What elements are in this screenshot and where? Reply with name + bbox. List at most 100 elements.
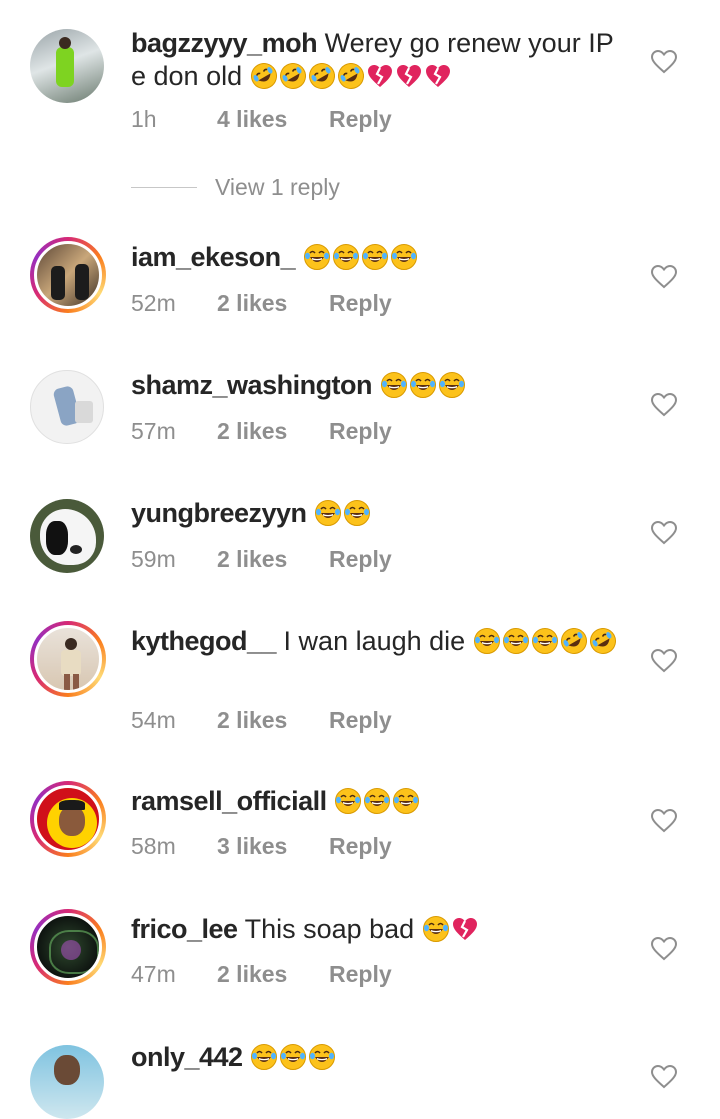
- joy-emoji-icon: [364, 788, 391, 814]
- emoji-group: [303, 242, 419, 272]
- username[interactable]: iam_ekeson_: [131, 242, 296, 272]
- comment-text: frico_lee This soap bad: [131, 913, 620, 946]
- comment-meta: 57m 2 likes Reply: [131, 418, 392, 445]
- reply-button[interactable]: Reply: [329, 546, 392, 573]
- emoji-group: [473, 626, 618, 656]
- comment-body: [327, 786, 335, 816]
- broken-heart-emoji-icon: [452, 918, 477, 940]
- username[interactable]: only_442: [131, 1042, 243, 1072]
- view-replies-button[interactable]: View 1 reply: [131, 172, 340, 202]
- likes-count[interactable]: 2 likes: [217, 707, 329, 734]
- comment-item: bagzzyyy_moh Werey go renew your IP e do…: [0, 0, 720, 215]
- rofl-emoji-icon: [589, 628, 616, 654]
- joy-emoji-icon: [393, 788, 420, 814]
- joy-emoji-icon: [380, 372, 407, 398]
- heart-icon[interactable]: [651, 393, 677, 417]
- avatar[interactable]: [30, 499, 104, 573]
- emoji-group: [380, 370, 467, 400]
- joy-emoji-icon: [303, 244, 330, 270]
- comment-meta: 52m 2 likes Reply: [131, 290, 392, 317]
- timestamp: 1h: [131, 106, 157, 132]
- comment-body: [372, 370, 380, 400]
- heart-icon[interactable]: [651, 521, 677, 545]
- joy-emoji-icon: [409, 372, 436, 398]
- avatar[interactable]: [30, 29, 104, 103]
- comment-body: [243, 1042, 251, 1072]
- username[interactable]: yungbreezyyn: [131, 498, 307, 528]
- divider-line: [131, 186, 197, 188]
- joy-emoji-icon: [344, 500, 371, 526]
- heart-icon[interactable]: [651, 50, 677, 74]
- joy-emoji-icon: [502, 628, 529, 654]
- heart-icon[interactable]: [651, 265, 677, 289]
- avatar[interactable]: [30, 621, 106, 697]
- likes-count[interactable]: 2 likes: [217, 418, 329, 445]
- joy-emoji-icon: [251, 1044, 278, 1070]
- comment-meta: 58m 3 likes Reply: [131, 833, 392, 860]
- heart-icon[interactable]: [651, 809, 677, 833]
- broken-heart-emoji-icon: [396, 65, 421, 87]
- comment-text: iam_ekeson_: [131, 241, 620, 274]
- avatar[interactable]: [30, 370, 104, 444]
- joy-emoji-icon: [390, 244, 417, 270]
- reply-button[interactable]: Reply: [329, 290, 392, 317]
- broken-heart-emoji-icon: [367, 65, 392, 87]
- avatar[interactable]: [30, 237, 106, 313]
- likes-count[interactable]: 2 likes: [217, 546, 329, 573]
- joy-emoji-icon: [361, 244, 388, 270]
- comment-text: shamz_washington: [131, 369, 620, 402]
- avatar[interactable]: [30, 781, 106, 857]
- comment-meta: 54m 2 likes Reply: [131, 707, 392, 734]
- username[interactable]: kythegod__: [131, 626, 277, 656]
- likes-count[interactable]: 2 likes: [217, 290, 329, 317]
- joy-emoji-icon: [332, 244, 359, 270]
- heart-icon[interactable]: [651, 1065, 677, 1089]
- rofl-emoji-icon: [250, 63, 277, 89]
- avatar[interactable]: [30, 1045, 104, 1119]
- emoji-group: [250, 61, 453, 91]
- username[interactable]: bagzzyyy_moh: [131, 28, 318, 58]
- reply-button[interactable]: Reply: [329, 707, 392, 734]
- timestamp: 47m: [131, 961, 176, 987]
- joy-emoji-icon: [335, 788, 362, 814]
- comment-meta: 1h 4 likes Reply: [131, 106, 392, 133]
- timestamp: 57m: [131, 418, 176, 444]
- reply-button[interactable]: Reply: [329, 106, 392, 133]
- joy-emoji-icon: [422, 916, 449, 942]
- joy-emoji-icon: [531, 628, 558, 654]
- likes-count[interactable]: 3 likes: [217, 833, 329, 860]
- rofl-emoji-icon: [337, 63, 364, 89]
- heart-icon[interactable]: [651, 649, 677, 673]
- username[interactable]: frico_lee: [131, 914, 238, 944]
- rofl-emoji-icon: [560, 628, 587, 654]
- joy-emoji-icon: [438, 372, 465, 398]
- comment-body: I wan laugh die: [276, 626, 473, 656]
- comment-text: bagzzyyy_moh Werey go renew your IP e do…: [131, 27, 620, 93]
- likes-count[interactable]: 4 likes: [217, 106, 329, 133]
- username[interactable]: ramsell_officiall: [131, 786, 327, 816]
- emoji-group: [314, 498, 372, 528]
- broken-heart-emoji-icon: [425, 65, 450, 87]
- joy-emoji-icon: [309, 1044, 336, 1070]
- rofl-emoji-icon: [308, 63, 335, 89]
- comment-body: [307, 498, 315, 528]
- comment-text: kythegod__ I wan laugh die: [131, 625, 620, 658]
- avatar[interactable]: [30, 909, 106, 985]
- reply-button[interactable]: Reply: [329, 961, 392, 988]
- comment-meta: 47m 2 likes Reply: [131, 961, 392, 988]
- reply-button[interactable]: Reply: [329, 418, 392, 445]
- view-replies-label[interactable]: View 1 reply: [215, 174, 340, 201]
- comment-body: This soap bad: [237, 914, 422, 944]
- timestamp: 54m: [131, 707, 176, 733]
- rofl-emoji-icon: [279, 63, 306, 89]
- timestamp: 58m: [131, 833, 176, 859]
- reply-button[interactable]: Reply: [329, 833, 392, 860]
- emoji-group: [334, 786, 421, 816]
- heart-icon[interactable]: [651, 937, 677, 961]
- joy-emoji-icon: [473, 628, 500, 654]
- username[interactable]: shamz_washington: [131, 370, 373, 400]
- comment-text: yungbreezyyn: [131, 497, 620, 530]
- timestamp: 52m: [131, 290, 176, 316]
- joy-emoji-icon: [315, 500, 342, 526]
- likes-count[interactable]: 2 likes: [217, 961, 329, 988]
